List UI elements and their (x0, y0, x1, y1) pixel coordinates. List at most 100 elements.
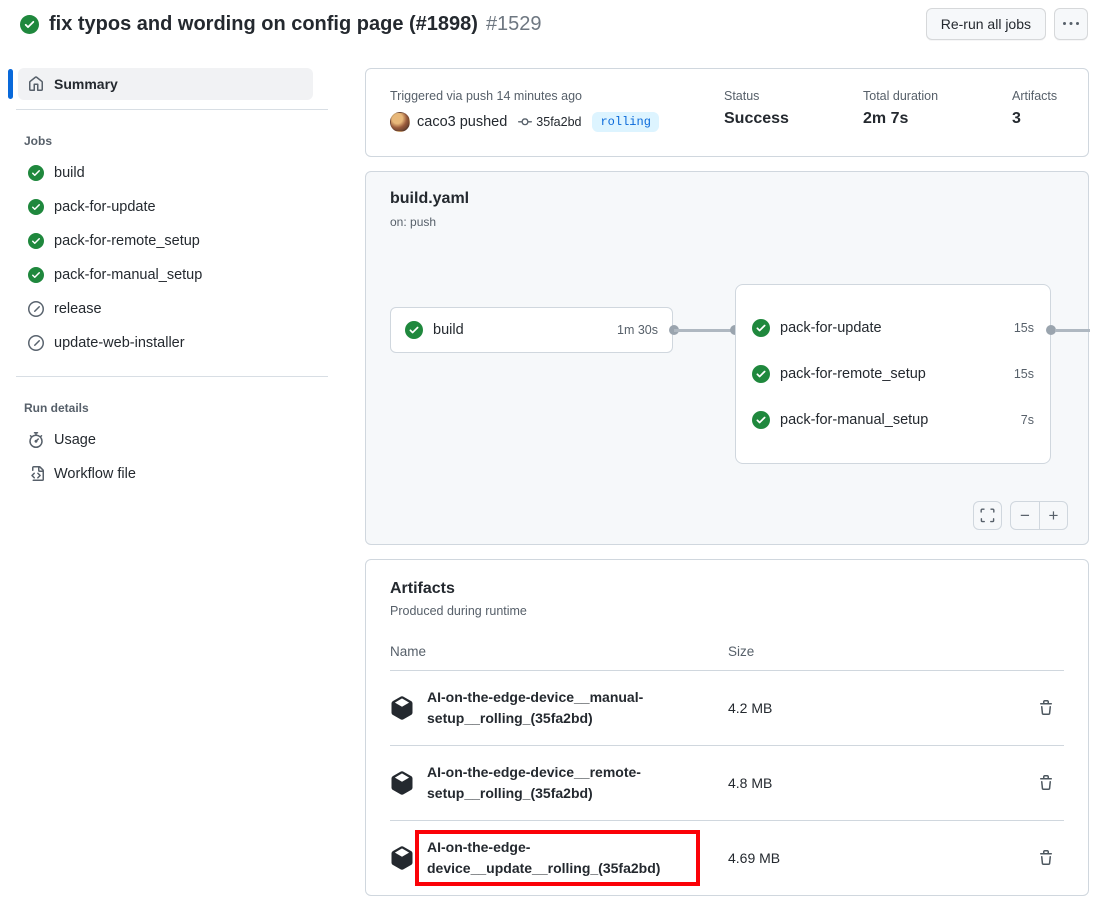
connector-line (674, 329, 735, 332)
trash-icon (1038, 700, 1054, 716)
success-icon (752, 319, 770, 337)
artifact-name-cell: AI-on-the-edge-device__update__rolling_(… (390, 837, 728, 879)
artifact-name-link-highlighted[interactable]: AI-on-the-edge-device__update__rolling_(… (415, 830, 700, 886)
node-label: build (433, 322, 464, 338)
commit-sha-link[interactable]: 35fa2bd (536, 115, 581, 129)
workflow-file-title: build.yaml (390, 190, 1064, 208)
sidebar-item-usage[interactable]: Usage (0, 423, 348, 457)
success-icon (405, 321, 423, 339)
graph-group-pack-jobs: pack-for-update 15s pack-for-remote_setu… (735, 284, 1051, 464)
artifact-name-cell: AI-on-the-edge-device__remote-setup__rol… (390, 762, 728, 804)
status-label: Status (724, 89, 863, 103)
zoom-out-button[interactable]: − (1011, 502, 1039, 529)
node-duration: 1m 30s (617, 323, 658, 337)
skipped-icon (28, 335, 44, 351)
success-icon (28, 233, 44, 249)
job-label: pack-for-manual_setup (54, 267, 202, 283)
zoom-in-button[interactable]: + (1039, 502, 1067, 529)
avatar[interactable] (390, 112, 410, 132)
node-label: pack-for-manual_setup (780, 412, 928, 428)
run-number: #1529 (486, 13, 542, 36)
success-icon (752, 411, 770, 429)
run-header: fix typos and wording on config page (#1… (0, 0, 1098, 48)
main-content: Triggered via push 14 minutes ago caco3 … (365, 68, 1089, 896)
artifacts-card: Artifacts Produced during runtime Name S… (365, 559, 1089, 896)
sidebar-divider (16, 376, 328, 377)
success-icon (28, 199, 44, 215)
graph-node-pack-for-update[interactable]: pack-for-update 15s (752, 305, 1034, 351)
graph-node-pack-for-manual-setup[interactable]: pack-for-manual_setup 7s (752, 397, 1034, 443)
summary-row: Summary (0, 68, 348, 100)
artifacts-table-header: Name Size (390, 618, 1064, 670)
artifacts-label: Artifacts (1012, 89, 1057, 103)
node-duration: 15s (1014, 321, 1034, 335)
sidebar-job-build[interactable]: build (0, 156, 348, 190)
sidebar-job-pack-for-remote-setup[interactable]: pack-for-remote_setup (0, 224, 348, 258)
run-details-section-label: Run details (24, 401, 348, 415)
status-value: Success (724, 110, 863, 128)
artifacts-count-column: Artifacts 3 (1012, 89, 1057, 132)
rerun-all-jobs-button[interactable]: Re-run all jobs (926, 8, 1046, 40)
artifact-row: AI-on-the-edge-device__update__rolling_(… (390, 820, 1064, 895)
sidebar-job-update-web-installer[interactable]: update-web-installer (0, 326, 348, 360)
sidebar-item-summary[interactable]: Summary (18, 68, 313, 100)
commit-ref: 35fa2bd (518, 115, 581, 129)
workflow-trigger-subtitle: on: push (390, 215, 1064, 229)
sidebar-job-pack-for-manual-setup[interactable]: pack-for-manual_setup (0, 258, 348, 292)
actor-pushed-text: caco3 pushed (417, 114, 507, 130)
delete-artifact-button[interactable] (1036, 773, 1056, 793)
trash-icon (1038, 775, 1054, 791)
kebab-menu-button[interactable] (1054, 8, 1088, 40)
stopwatch-icon (28, 432, 44, 448)
artifact-size: 4.69 MB (728, 850, 1024, 866)
artifact-size: 4.8 MB (728, 775, 1024, 791)
graph-controls: − + (973, 501, 1068, 530)
delete-artifact-button[interactable] (1036, 848, 1056, 868)
job-label: pack-for-remote_setup (54, 233, 200, 249)
artifacts-count-value: 3 (1012, 110, 1057, 128)
graph-node-build[interactable]: build 1m 30s (390, 307, 673, 353)
sidebar-job-pack-for-update[interactable]: pack-for-update (0, 190, 348, 224)
home-icon (28, 76, 44, 92)
skipped-icon (28, 301, 44, 317)
job-label: pack-for-update (54, 199, 156, 215)
selected-accent-bar (8, 69, 13, 99)
trigger-column: Triggered via push 14 minutes ago caco3 … (390, 89, 724, 132)
header-actions: Re-run all jobs (926, 8, 1088, 40)
artifact-size: 4.2 MB (728, 700, 1024, 716)
workflow-graph-card: build.yaml on: push build 1m 30s pack-fo… (365, 171, 1089, 545)
branch-badge[interactable]: rolling (592, 112, 658, 132)
fullscreen-button[interactable] (973, 501, 1002, 530)
trash-icon (1038, 850, 1054, 866)
node-duration: 7s (1021, 413, 1034, 427)
git-commit-icon (518, 115, 532, 129)
column-header-size: Size (728, 644, 1024, 659)
artifact-name-cell: AI-on-the-edge-device__manual-setup__rol… (390, 687, 728, 729)
sidebar: Summary Jobs build pack-for-update pack-… (0, 68, 348, 491)
sidebar-item-workflow-file[interactable]: Workflow file (0, 457, 348, 491)
column-header-name: Name (390, 644, 728, 659)
node-label: pack-for-update (780, 320, 882, 336)
sidebar-job-release[interactable]: release (0, 292, 348, 326)
node-label: pack-for-remote_setup (780, 366, 926, 382)
actor-line: caco3 pushed 35fa2bd rolling (390, 112, 724, 132)
usage-label: Usage (54, 432, 96, 448)
sidebar-divider (16, 109, 328, 110)
job-label: update-web-installer (54, 335, 185, 351)
package-icon (390, 696, 414, 720)
duration-label: Total duration (863, 89, 1012, 103)
artifact-name-link[interactable]: AI-on-the-edge-device__manual-setup__rol… (427, 687, 712, 729)
triggered-text: Triggered via push 14 minutes ago (390, 89, 724, 103)
summary-label: Summary (54, 76, 118, 92)
package-icon (390, 771, 414, 795)
artifact-name-link[interactable]: AI-on-the-edge-device__remote-setup__rol… (427, 762, 712, 804)
file-code-icon (28, 466, 44, 482)
graph-node-pack-for-remote-setup[interactable]: pack-for-remote_setup 15s (752, 351, 1034, 397)
delete-artifact-button[interactable] (1036, 698, 1056, 718)
status-column: Status Success (724, 89, 863, 132)
kebab-icon (1063, 16, 1079, 32)
artifacts-title: Artifacts (390, 580, 1064, 598)
success-icon (28, 165, 44, 181)
job-label: release (54, 301, 102, 317)
zoom-control-group: − + (1010, 501, 1068, 530)
